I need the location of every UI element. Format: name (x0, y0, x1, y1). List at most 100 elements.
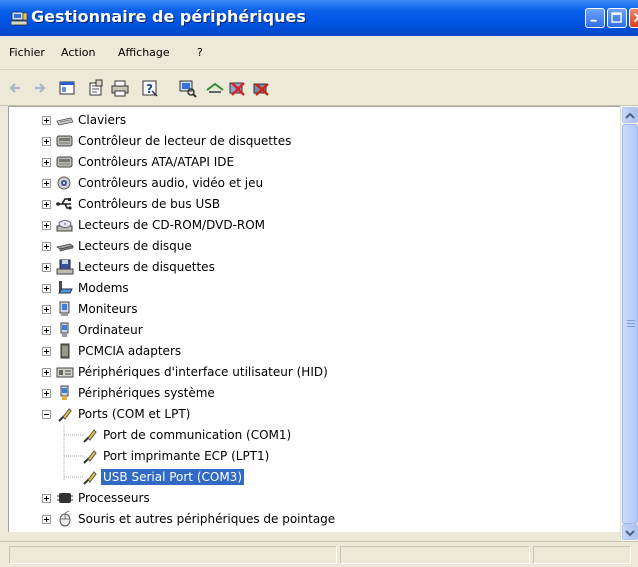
tree-item-label: Lecteurs de disque (78, 239, 192, 253)
tree-item-ide-controllers[interactable]: Contrôleurs ATA/ATAPI IDE (9, 154, 609, 174)
expand-toggle[interactable] (42, 389, 51, 398)
tree-item-label: Ordinateur (78, 323, 143, 337)
keyboard-icon (56, 117, 74, 126)
expand-toggle[interactable] (42, 368, 51, 377)
chevron-down-icon (625, 530, 635, 537)
tree-item-label: Claviers (78, 113, 127, 127)
help-icon[interactable]: ? (140, 78, 160, 98)
tree-item-pcmcia[interactable]: PCMCIA adapters (9, 343, 609, 363)
port-icon (83, 471, 97, 485)
expand-toggle[interactable] (42, 305, 51, 314)
tree-item-floppy-drives[interactable]: Lecteurs de disquettes (9, 259, 609, 279)
tree-item-floppy-controller[interactable]: Contrôleur de lecteur de disquettes (9, 133, 609, 153)
tree-item-hid[interactable]: Périphériques d'interface utilisateur (H… (9, 364, 609, 384)
status-bar (0, 541, 638, 567)
expand-toggle[interactable] (42, 284, 51, 293)
expand-toggle[interactable] (42, 494, 51, 503)
disk-drive-icon (56, 243, 74, 252)
properties-icon[interactable] (86, 78, 106, 98)
status-pane-secondary (340, 546, 530, 564)
tree-item-label: Lecteurs de CD-ROM/DVD-ROM (78, 218, 266, 232)
tree-item-usb-controllers[interactable]: Contrôleurs de bus USB (9, 196, 609, 216)
tree-item-audio-video[interactable]: Contrôleurs audio, vidéo et jeu (9, 175, 609, 195)
back-icon[interactable] (6, 78, 26, 98)
menu-affichage[interactable]: Affichage (118, 46, 170, 59)
tree-item-cdrom[interactable]: Lecteurs de CD-ROM/DVD-ROM (9, 217, 609, 237)
tree-item-monitors[interactable]: Moniteurs (9, 301, 609, 321)
menu-help[interactable]: ? (197, 46, 203, 59)
tree-item-modems[interactable]: Modems (9, 280, 609, 300)
cdrom-icon (56, 220, 73, 232)
expand-toggle[interactable] (42, 137, 51, 146)
minimize-button[interactable] (585, 8, 605, 28)
device-tree[interactable]: Claviers Contrôleur de lecteur de disque… (8, 106, 638, 532)
expand-toggle[interactable] (42, 116, 51, 125)
tree-item-com1[interactable]: Port de communication (COM1) (9, 427, 609, 447)
tree-item-label: Processeurs (78, 491, 150, 505)
tree-item-disk-drives[interactable]: Lecteurs de disque (9, 238, 609, 258)
tree-item-ports[interactable]: Ports (COM et LPT) (9, 406, 609, 426)
vertical-scrollbar[interactable] (620, 106, 638, 541)
port-icon (58, 408, 72, 422)
scroll-thumb-grip (627, 326, 635, 327)
scroll-up-button[interactable] (622, 107, 638, 123)
tree-item-usb-serial-port[interactable]: USB Serial Port (COM3) (9, 468, 609, 489)
maximize-icon (611, 12, 622, 23)
collapse-toggle[interactable] (42, 410, 51, 419)
svg-text:?: ? (146, 82, 153, 96)
tree-item-mice[interactable]: Souris et autres périphériques de pointa… (9, 511, 609, 531)
scroll-down-button[interactable] (622, 524, 638, 540)
uninstall-icon[interactable] (227, 78, 247, 98)
tree-item-lpt1[interactable]: Port imprimante ECP (LPT1) (9, 448, 609, 468)
tree-item-label: Souris et autres périphériques de pointa… (78, 512, 336, 526)
expand-toggle[interactable] (42, 515, 51, 524)
minimize-icon (590, 19, 597, 22)
expand-toggle[interactable] (42, 263, 51, 272)
tree-item-label: Contrôleurs ATA/ATAPI IDE (78, 155, 235, 169)
usb-icon (56, 198, 72, 210)
menu-action[interactable]: Action (61, 46, 95, 59)
expand-toggle[interactable] (42, 326, 51, 335)
tree-item-claviers[interactable]: Claviers (9, 112, 609, 132)
tree-item-label: Port imprimante ECP (LPT1) (103, 449, 270, 463)
close-button[interactable] (629, 8, 638, 28)
expand-toggle[interactable] (42, 347, 51, 356)
scan-hardware-icon[interactable] (177, 78, 197, 98)
expand-toggle[interactable] (42, 179, 51, 188)
maximize-button[interactable] (607, 8, 627, 28)
menu-fichier[interactable]: Fichier (9, 46, 45, 59)
tree-item-label: Ports (COM et LPT) (78, 407, 191, 421)
pcmcia-icon (60, 343, 70, 359)
modem-icon (58, 281, 73, 294)
expand-toggle[interactable] (42, 221, 51, 230)
ide-controller-icon (56, 156, 73, 168)
console-tree-icon[interactable] (57, 78, 77, 98)
port-icon (83, 429, 97, 443)
forward-icon[interactable] (30, 78, 50, 98)
expand-toggle[interactable] (42, 242, 51, 251)
expand-toggle[interactable] (42, 158, 51, 167)
audio-icon (57, 176, 71, 190)
chevron-up-icon (625, 112, 635, 119)
device-manager-icon (11, 11, 28, 26)
expand-toggle[interactable] (42, 200, 51, 209)
tree-item-label: Contrôleurs audio, vidéo et jeu (78, 176, 264, 190)
status-pane-tertiary (533, 546, 631, 564)
disable-icon[interactable] (251, 78, 271, 98)
tree-item-label: Port de communication (COM1) (103, 428, 292, 442)
update-driver-icon[interactable] (205, 78, 225, 98)
scroll-thumb[interactable] (622, 124, 638, 524)
tree-item-processors[interactable]: Processeurs (9, 490, 609, 510)
floppy-controller-icon (56, 135, 73, 147)
tree-item-label: Lecteurs de disquettes (78, 260, 215, 274)
window-title: Gestionnaire de périphériques (31, 7, 306, 26)
tree-item-computer[interactable]: Ordinateur (9, 322, 609, 342)
print-icon[interactable] (110, 78, 130, 98)
computer-icon (60, 322, 69, 337)
toolbar: ? (0, 70, 638, 106)
scroll-thumb-grip (627, 323, 635, 324)
tree-item-label: Modems (78, 281, 129, 295)
status-pane-main (9, 546, 337, 564)
tree-item-system-devices[interactable]: Périphériques système (9, 385, 609, 405)
title-bar[interactable]: Gestionnaire de périphériques (0, 0, 638, 36)
